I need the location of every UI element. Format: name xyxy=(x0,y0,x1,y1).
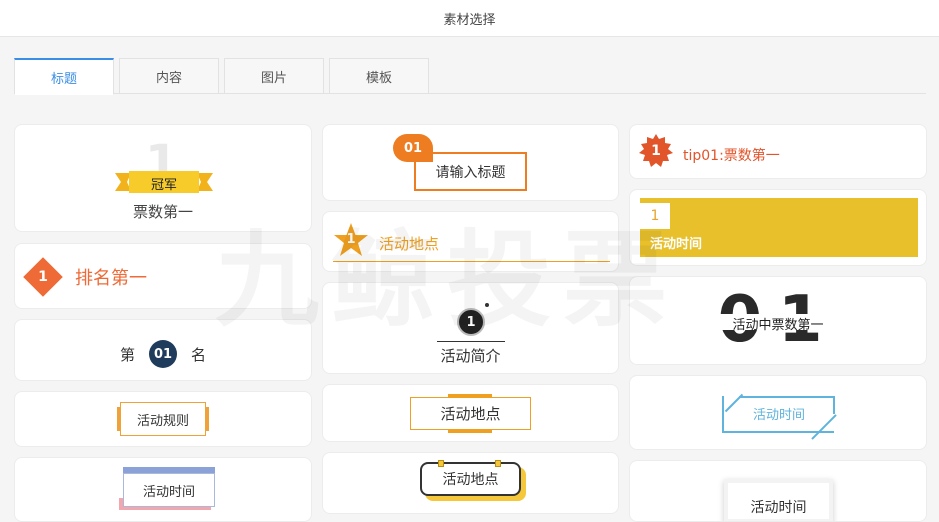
title-card-time-stack[interactable]: 活动时间 xyxy=(14,457,312,522)
dash-side-left xyxy=(410,397,411,430)
tab-label: 模板 xyxy=(365,70,392,86)
intro-text: 活动简介 xyxy=(440,347,501,365)
rounded-label: 活动地点 xyxy=(420,462,521,496)
yellow-number: 1 xyxy=(640,203,670,229)
tab-image[interactable]: 图片 xyxy=(224,58,324,94)
dialog-header: 素材选择 xyxy=(0,0,939,37)
title-card-input[interactable]: 请输入标题 01 xyxy=(322,124,619,201)
title-card-time-frame[interactable]: 活动时间 xyxy=(629,460,927,522)
tab-label: 标题 xyxy=(50,71,77,87)
stack-label: 活动时间 xyxy=(123,473,215,507)
star-number: 1 xyxy=(346,232,356,247)
title-card-time-slash[interactable]: 活动时间 xyxy=(629,375,927,450)
title-card-intro[interactable]: 1 活动简介 xyxy=(322,282,619,374)
title-card-place[interactable]: 第 01 名 xyxy=(14,319,312,381)
place-suffix: 名 xyxy=(191,345,207,364)
title-card-champion[interactable]: 1 冠军 票数第一 xyxy=(14,124,312,232)
card-subtitle: 票数第一 xyxy=(132,203,193,221)
tip-text: tip01:票数第一 xyxy=(683,148,780,164)
place-number: 01 xyxy=(149,340,177,368)
tab-content[interactable]: 内容 xyxy=(119,58,219,94)
underline xyxy=(333,261,610,262)
peg-right xyxy=(495,460,501,467)
dash-side-right xyxy=(530,397,531,430)
slash-border-right xyxy=(833,396,835,414)
slash-border-top xyxy=(739,396,834,398)
overlay-text: 活动中票数第一 xyxy=(732,318,824,333)
slash-label: 活动时间 xyxy=(722,396,834,433)
title-card-votes-big[interactable]: 01 活动中票数第一 xyxy=(629,276,927,365)
title-card-time-yellow[interactable]: 1 活动时间 xyxy=(629,189,927,266)
ribbon-label: 冠军 xyxy=(150,178,177,193)
title-card-location-star[interactable]: 1 活动地点 xyxy=(322,211,619,272)
peg-left xyxy=(438,460,444,467)
tab-bar: 标题 内容 图片 模板 xyxy=(14,58,926,95)
title-card-tip[interactable]: 1 tip01:票数第一 xyxy=(629,124,927,179)
frame-label: 活动时间 xyxy=(724,479,833,521)
intro-number: 1 xyxy=(457,308,485,336)
badge-number: 01 xyxy=(393,134,433,162)
yellow-label: 活动时间 xyxy=(650,237,703,252)
title-card-location-dash[interactable]: 活动地点 xyxy=(322,384,619,442)
place-prefix: 第 xyxy=(119,345,135,364)
title-card-rules[interactable]: 活动规则 xyxy=(14,391,312,447)
tab-title[interactable]: 标题 xyxy=(14,58,114,95)
title-card-rank[interactable]: 1 排名第一 xyxy=(14,243,312,309)
title-card-location-round[interactable]: 活动地点 xyxy=(322,452,619,514)
dash-label: 活动地点 xyxy=(410,394,531,433)
rank-text: 排名第一 xyxy=(75,268,147,289)
seal-number: 1 xyxy=(651,143,661,159)
diamond-number: 1 xyxy=(38,269,48,285)
location-text: 活动地点 xyxy=(379,235,440,253)
dot-decoration xyxy=(485,303,489,307)
tab-template[interactable]: 模板 xyxy=(329,58,429,94)
intro-divider xyxy=(437,341,505,342)
bracket-label: 活动规则 xyxy=(117,402,209,436)
tab-label: 内容 xyxy=(155,70,182,86)
dialog-title: 素材选择 xyxy=(443,12,496,28)
tab-label: 图片 xyxy=(260,70,287,86)
